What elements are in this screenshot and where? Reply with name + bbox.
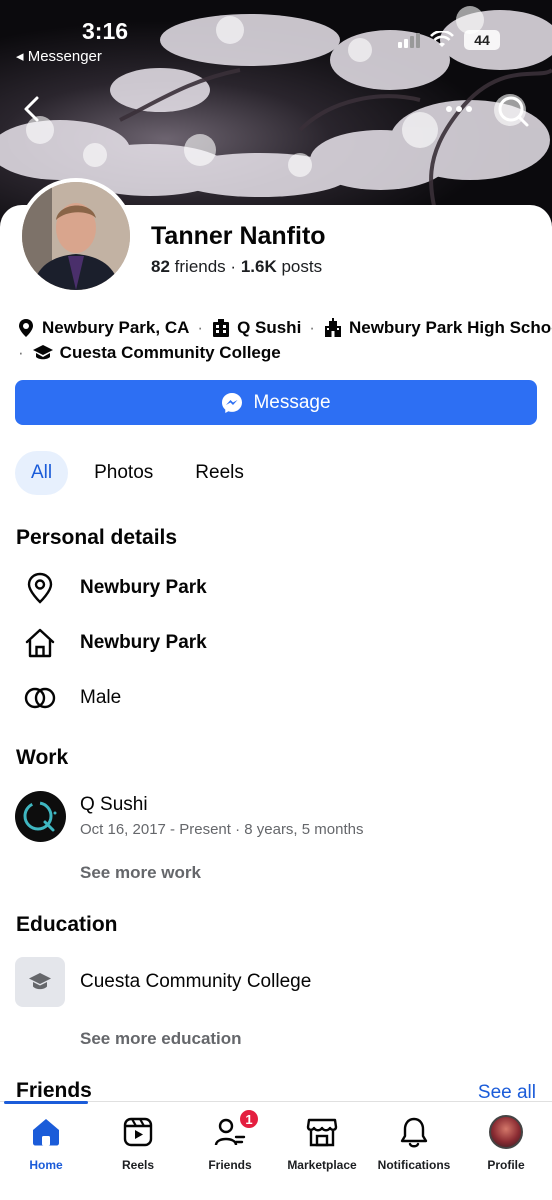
back-chevron-icon[interactable]: [18, 94, 48, 124]
tab-photos[interactable]: Photos: [78, 451, 169, 495]
nav-marketplace-label: Marketplace: [287, 1158, 357, 1172]
posts-label: posts: [281, 257, 323, 276]
stats-separator: ·: [230, 257, 241, 276]
posts-count: 1.6K: [240, 257, 277, 276]
intro-college[interactable]: Cuesta Community College: [60, 343, 281, 363]
detail-row-hometown: Newbury Park: [22, 625, 207, 661]
intro-work[interactable]: Q Sushi: [237, 318, 301, 338]
bottom-navigation-bar: Home Reels 1 Friends Marketplace Notific…: [0, 1101, 552, 1200]
work-title: Work: [16, 746, 69, 769]
detail-row-current-city: Newbury Park: [22, 570, 207, 606]
signal-icon: [398, 33, 420, 48]
graduation-cap-icon: [29, 973, 51, 990]
nav-friends[interactable]: 1 Friends: [184, 1108, 276, 1172]
nav-notifications-label: Notifications: [377, 1158, 451, 1172]
more-options-icon[interactable]: [444, 97, 474, 121]
location-pin-icon: [27, 572, 53, 604]
intro-separator: ·: [18, 343, 24, 362]
intro-separator: ·: [309, 318, 315, 337]
friends-title: Friends: [16, 1079, 92, 1102]
school-icon: [324, 318, 341, 337]
see-more-education-link[interactable]: See more education: [80, 1029, 242, 1049]
gender-icon: [24, 687, 56, 709]
intro-high-school[interactable]: Newbury Park High School: [349, 318, 552, 338]
intro-line-1: Newbury Park, CA · Q Sushi · Newbury Par…: [16, 318, 552, 338]
status-time: 3:16: [82, 18, 129, 44]
tab-all[interactable]: All: [15, 451, 69, 495]
nav-marketplace[interactable]: Marketplace: [276, 1114, 368, 1172]
school-placeholder-icon[interactable]: [15, 957, 65, 1007]
nav-reels[interactable]: Reels: [92, 1114, 184, 1172]
profile-photo: [22, 182, 130, 290]
nav-friends-label: Friends: [208, 1158, 252, 1172]
home-icon: [33, 1119, 59, 1146]
friends-notification-badge: 1: [238, 1108, 260, 1130]
back-to-messenger-link[interactable]: ◂ Messenger: [16, 47, 102, 65]
message-button-label: Message: [253, 391, 331, 413]
messenger-icon: [222, 392, 243, 413]
profile-stats: 82 friends · 1.6K posts: [151, 257, 322, 277]
battery-indicator: 44: [464, 30, 500, 50]
status-icons: 44: [398, 30, 500, 50]
nav-home[interactable]: Home: [0, 1114, 92, 1172]
nav-profile-label: Profile: [487, 1158, 525, 1172]
personal-details-title: Personal details: [16, 526, 178, 549]
nav-reels-label: Reels: [121, 1158, 155, 1172]
workplace-logo[interactable]: [15, 791, 66, 842]
message-button[interactable]: Message: [15, 380, 537, 425]
gender-text: Male: [80, 687, 122, 708]
search-icon[interactable]: [496, 94, 530, 128]
intro-line-2: · Cuesta Community College: [16, 343, 281, 363]
work-dates: Oct 16, 2017 - Present · 8 years, 5 mont…: [80, 821, 364, 838]
profile-avatar[interactable]: [18, 178, 134, 294]
home-icon: [25, 628, 55, 658]
location-pin-icon: [19, 319, 33, 337]
wifi-icon: [430, 31, 454, 47]
marketplace-icon: [306, 1118, 338, 1147]
nav-home-label: Home: [29, 1158, 63, 1172]
friends-count[interactable]: 82: [151, 257, 170, 276]
bell-icon: [400, 1117, 428, 1148]
intro-separator: ·: [197, 318, 204, 337]
status-bar: 3:16 ◂ Messenger 44: [0, 0, 552, 70]
education-school[interactable]: Cuesta Community College: [80, 971, 311, 993]
tab-reels[interactable]: Reels: [179, 451, 260, 495]
graduation-cap-icon: [32, 345, 53, 360]
intro-location: Newbury Park, CA: [42, 318, 190, 337]
reels-icon: [123, 1117, 153, 1147]
education-title: Education: [16, 913, 118, 936]
current-city-text: Newbury Park: [80, 577, 207, 598]
profile-name: Tanner Nanfito: [151, 222, 326, 250]
detail-row-gender: Male: [22, 680, 121, 716]
friends-label[interactable]: friends: [175, 257, 226, 276]
workplace-icon: [213, 319, 230, 337]
see-more-work-link[interactable]: See more work: [80, 863, 201, 883]
active-tab-indicator: [4, 1101, 88, 1104]
nav-profile[interactable]: Profile: [460, 1114, 552, 1172]
hometown-text: Newbury Park: [80, 632, 207, 653]
profile-avatar-icon: [489, 1115, 523, 1149]
nav-notifications[interactable]: Notifications: [368, 1114, 460, 1172]
content-tabs: All Photos Reels: [15, 451, 260, 495]
work-employer[interactable]: Q Sushi: [80, 794, 148, 816]
